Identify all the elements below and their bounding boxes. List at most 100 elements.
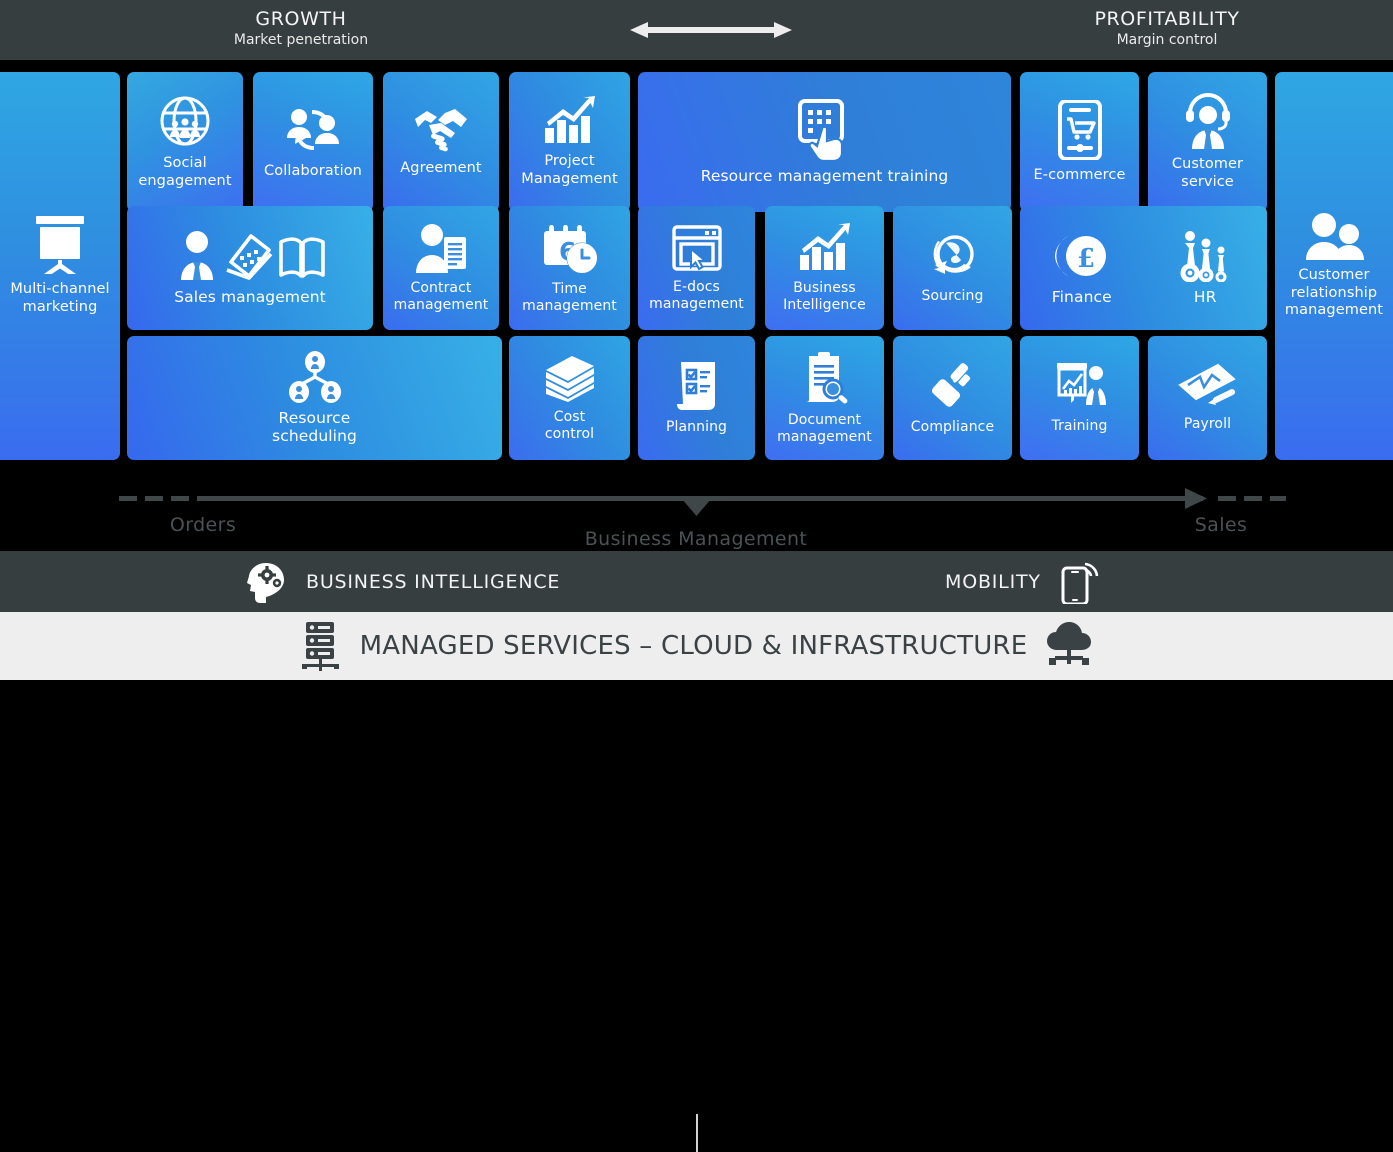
calendar-clock-icon: 6 bbox=[542, 222, 598, 274]
tile-label: Time management bbox=[522, 280, 617, 314]
service-business-intelligence[interactable]: BUSINESS INTELLIGENCE bbox=[246, 561, 560, 603]
pound-coin-icon: £ bbox=[1054, 230, 1110, 282]
tile-multi-channel-marketing[interactable]: Multi-channel marketing bbox=[0, 72, 120, 460]
tile-customer-service[interactable]: Customer service bbox=[1148, 72, 1267, 212]
tile-training[interactable]: Training bbox=[1020, 336, 1139, 460]
tile-label: Training bbox=[1051, 418, 1108, 434]
tile-project-management[interactable]: Project Management bbox=[509, 72, 630, 212]
money-stack-icon bbox=[542, 354, 598, 402]
person-document-icon bbox=[414, 223, 468, 273]
tile-label: Resource management training bbox=[700, 166, 949, 185]
tile-label: Business Intelligence bbox=[783, 279, 866, 313]
profitability-subtitle: Margin control bbox=[1116, 32, 1218, 48]
tile-document-management[interactable]: Document management bbox=[765, 336, 884, 460]
tile-label: Project Management bbox=[521, 153, 618, 187]
tile-hr[interactable]: HR bbox=[1144, 206, 1268, 330]
tile-label: Compliance bbox=[910, 419, 995, 435]
tile-planning[interactable]: Planning bbox=[638, 336, 755, 460]
tile-social-engagement[interactable]: Social engagement bbox=[127, 72, 243, 212]
growth-subtitle: Market penetration bbox=[233, 32, 369, 48]
handshake-icon bbox=[411, 107, 471, 153]
managed-services-label: MANAGED SERVICES – CLOUD & INFRASTRUCTUR… bbox=[359, 631, 1028, 661]
tile-label: Resource scheduling bbox=[272, 409, 357, 445]
browser-cursor-icon bbox=[671, 224, 723, 272]
tile-payroll[interactable]: Payroll bbox=[1148, 336, 1267, 460]
tile-label: Planning bbox=[665, 419, 728, 435]
two-users-icon bbox=[1303, 212, 1365, 261]
tile-sourcing[interactable]: Sourcing bbox=[893, 206, 1012, 330]
tile-label: Collaboration bbox=[264, 162, 362, 179]
tile-finance[interactable]: £ Finance bbox=[1020, 206, 1144, 330]
svg-text:£: £ bbox=[1077, 244, 1095, 274]
tile-label: Payroll bbox=[1183, 416, 1232, 432]
service-label: MOBILITY bbox=[945, 570, 1041, 593]
whiteboard-presenter-icon bbox=[1053, 361, 1107, 411]
tile-cost-control[interactable]: Cost control bbox=[509, 336, 630, 460]
checklist-icon bbox=[673, 360, 721, 412]
tile-label: HR bbox=[1193, 287, 1217, 306]
server-rack-icon bbox=[298, 621, 344, 671]
service-mobility[interactable]: MOBILITY bbox=[945, 560, 1099, 604]
down-triangle-marker-icon bbox=[682, 499, 711, 516]
tile-agreement[interactable]: Agreement bbox=[383, 72, 499, 212]
mobile-signal-icon bbox=[1059, 560, 1099, 604]
bar-chart-arrow-icon bbox=[543, 96, 597, 146]
tile-business-intelligence[interactable]: Business Intelligence bbox=[765, 206, 884, 330]
tile-label: Contract management bbox=[393, 279, 489, 313]
tile-compliance[interactable]: Compliance bbox=[893, 336, 1012, 460]
person-laptop-book-icon bbox=[175, 230, 325, 282]
tablet-touch-icon bbox=[794, 98, 856, 161]
bar-chart-arrow-icon bbox=[798, 222, 852, 273]
tile-label: Sourcing bbox=[921, 288, 984, 304]
tile-contract-management[interactable]: Contract management bbox=[383, 206, 499, 330]
globe-recycle-icon bbox=[928, 231, 978, 281]
tile-label: Social engagement bbox=[138, 155, 232, 189]
managed-services-band: MANAGED SERVICES – CLOUD & INFRASTRUCTUR… bbox=[0, 612, 1393, 680]
gavel-icon bbox=[927, 360, 979, 412]
tile-label: Finance bbox=[1051, 287, 1112, 306]
header-band: GROWTH Market penetration PROFITABILITY … bbox=[0, 0, 1393, 60]
phone-cart-icon bbox=[1057, 99, 1103, 160]
process-flow-band: Orders Business Management Sales bbox=[0, 470, 1393, 550]
profitability-block: PROFITABILITY Margin control bbox=[1036, 8, 1298, 50]
service-label: BUSINESS INTELLIGENCE bbox=[306, 570, 561, 593]
long-right-arrow-icon bbox=[119, 488, 1286, 516]
headset-agent-icon bbox=[1182, 93, 1234, 149]
tile-finance-hr-group[interactable]: £ Finance HR bbox=[1020, 206, 1267, 330]
clipboard-search-icon bbox=[801, 351, 849, 405]
tile-resource-scheduling[interactable]: Resource scheduling bbox=[127, 336, 502, 460]
people-gears-icon bbox=[1179, 230, 1231, 282]
cloud-network-icon bbox=[1043, 622, 1095, 670]
growth-block: GROWTH Market penetration bbox=[170, 8, 432, 50]
services-band: BUSINESS INTELLIGENCE MOBILITY bbox=[0, 551, 1393, 1152]
tile-label: Multi-channel marketing bbox=[10, 281, 110, 315]
tile-label: Sales management bbox=[174, 287, 326, 306]
tile-label: Customer relationship management bbox=[1284, 267, 1384, 319]
head-gears-icon bbox=[246, 561, 286, 603]
services-divider bbox=[696, 1114, 698, 1152]
double-headed-arrow-icon bbox=[630, 22, 792, 38]
tile-label: Document management bbox=[777, 411, 872, 445]
cheque-pen-icon bbox=[1177, 363, 1238, 409]
tile-label: E-docs management bbox=[649, 278, 744, 312]
globe-people-icon bbox=[158, 94, 212, 148]
tile-time-management[interactable]: 6 Time management bbox=[509, 206, 630, 330]
org-chart-people-icon bbox=[286, 351, 344, 403]
tile-grid: Multi-channel marketing Social engagemen… bbox=[0, 60, 1393, 470]
tile-label: Cost control bbox=[544, 408, 595, 442]
tile-ecommerce[interactable]: E-commerce bbox=[1020, 72, 1139, 212]
flow-label-orders: Orders bbox=[169, 514, 237, 536]
tile-label: Customer service bbox=[1171, 156, 1244, 190]
two-people-cycle-icon bbox=[285, 104, 341, 156]
flow-label-business-management: Business Management bbox=[584, 528, 808, 550]
profitability-title: PROFITABILITY bbox=[1094, 8, 1240, 30]
tile-resource-management-training[interactable]: Resource management training bbox=[638, 72, 1011, 212]
tile-customer-relationship-management[interactable]: Customer relationship management bbox=[1275, 72, 1393, 460]
presentation-screen-icon bbox=[32, 216, 88, 274]
tile-label: E-commerce bbox=[1033, 166, 1126, 183]
tile-collaboration[interactable]: Collaboration bbox=[253, 72, 373, 212]
tile-edocs-management[interactable]: E-docs management bbox=[638, 206, 755, 330]
tile-sales-management[interactable]: Sales management bbox=[127, 206, 373, 330]
flow-label-sales: Sales bbox=[1194, 514, 1248, 536]
tile-label: Agreement bbox=[400, 159, 482, 176]
